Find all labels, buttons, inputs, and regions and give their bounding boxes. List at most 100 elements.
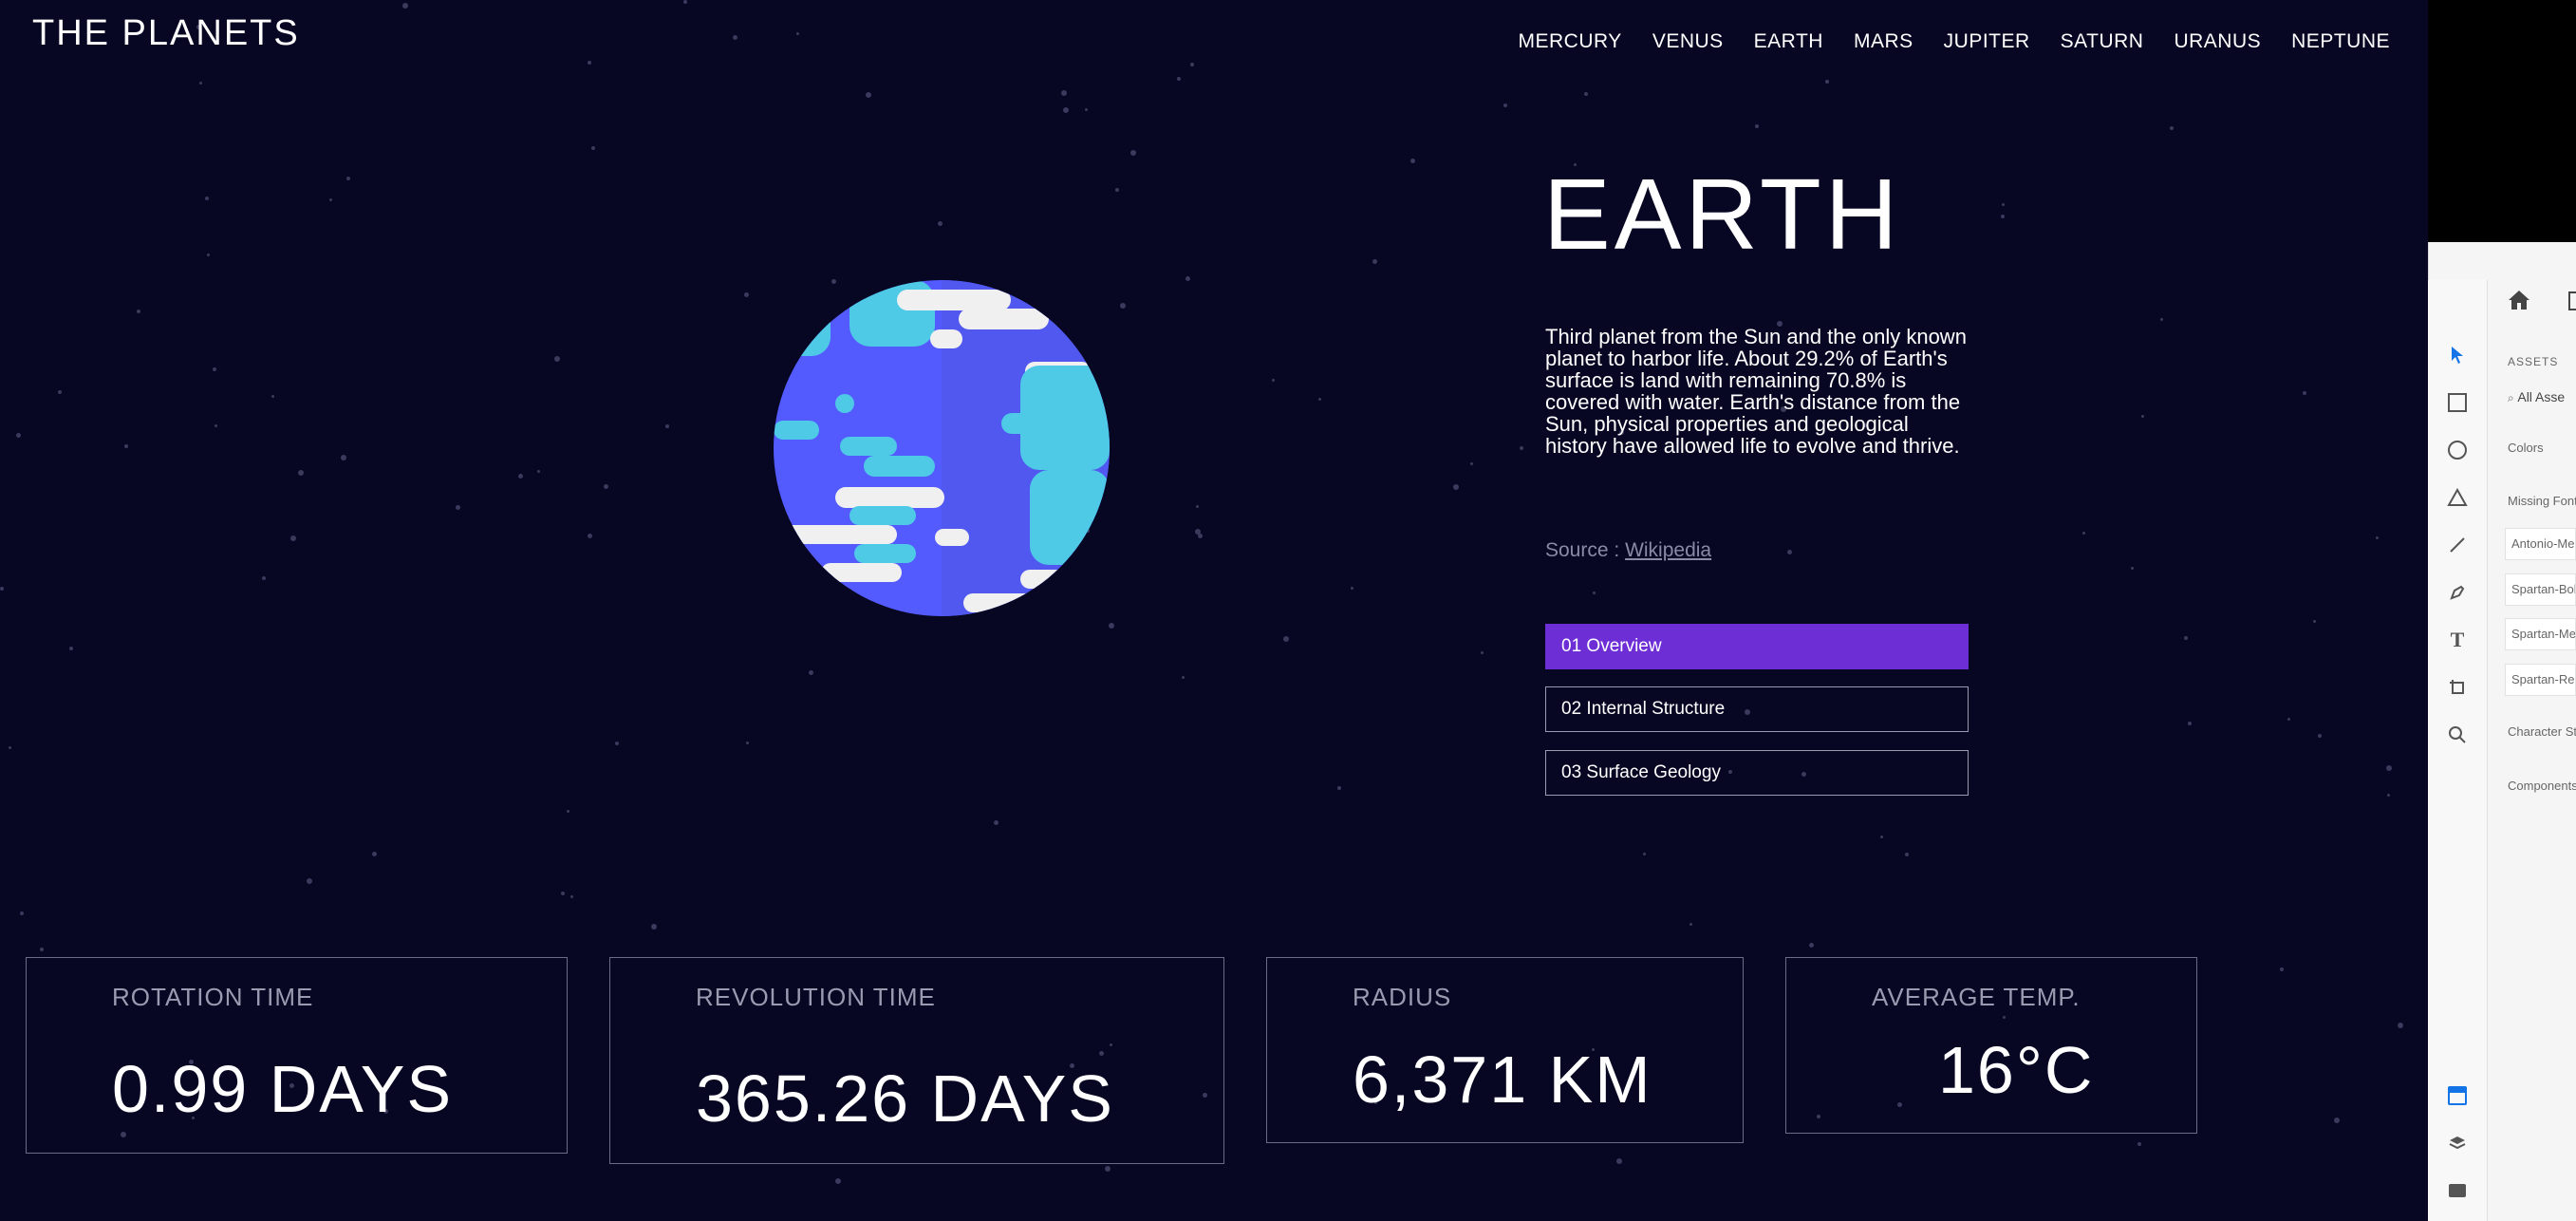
assets-search-input[interactable]: All Asse — [2517, 389, 2565, 404]
tab-internal-structure[interactable]: 02 Internal Structure — [1545, 686, 1969, 732]
font-item[interactable]: Spartan-Bol — [2505, 573, 2576, 606]
plugins-icon[interactable] — [2445, 1178, 2470, 1203]
star-dot — [1372, 259, 1377, 264]
star-dot — [1453, 484, 1459, 490]
star-dot — [2082, 532, 2085, 535]
star-dot — [205, 197, 209, 200]
star-dot — [2160, 318, 2163, 321]
site-logo[interactable]: THE PLANETS — [32, 13, 300, 54]
layers-icon[interactable] — [2445, 1131, 2470, 1155]
star-dot — [2184, 636, 2188, 640]
font-item[interactable]: Spartan-Me — [2505, 618, 2576, 650]
select-tool-icon[interactable] — [2445, 343, 2470, 367]
star-dot — [2398, 1023, 2403, 1028]
star-dot — [1809, 943, 1814, 948]
star-dot — [290, 535, 296, 541]
star-dot — [1337, 786, 1341, 790]
nav-item-mercury[interactable]: MERCURY — [1519, 30, 1622, 53]
star-dot — [1061, 90, 1067, 96]
star-dot — [1520, 446, 1523, 450]
star-dot — [1616, 1158, 1622, 1164]
stat-label: REVOLUTION TIME — [696, 983, 936, 1011]
star-dot — [2334, 1118, 2340, 1123]
star-dot — [866, 92, 871, 98]
star-dot — [2287, 718, 2290, 721]
text-tool-icon[interactable]: T — [2445, 628, 2470, 652]
star-dot — [651, 924, 657, 930]
star-dot — [329, 198, 332, 201]
star-dot — [604, 484, 608, 489]
star-dot — [1105, 1166, 1111, 1172]
planets-website: THE PLANETS MERCURY VENUS EARTH MARS JUP… — [0, 0, 2428, 1221]
stat-card-temp: AVERAGE TEMP. 16°C — [1785, 957, 2197, 1134]
star-dot — [1177, 77, 1181, 81]
nav-item-jupiter[interactable]: JUPITER — [1944, 30, 2030, 53]
star-dot — [1755, 124, 1759, 128]
star-dot — [1481, 651, 1484, 654]
star-dot — [372, 852, 377, 856]
zoom-tool-icon[interactable] — [2445, 723, 2470, 747]
planet-title: EARTH — [1543, 159, 1902, 271]
star-dot — [2386, 765, 2392, 771]
star-dot — [554, 356, 560, 362]
star-dot — [2376, 536, 2379, 539]
assets-panel-icon[interactable] — [2445, 1083, 2470, 1108]
nav-item-mars[interactable]: MARS — [1854, 30, 1913, 53]
nav-item-neptune[interactable]: NEPTUNE — [2291, 30, 2390, 53]
star-dot — [346, 177, 350, 180]
polygon-tool-icon[interactable] — [2445, 485, 2470, 510]
nav-item-saturn[interactable]: SATURN — [2061, 30, 2144, 53]
star-dot — [1470, 462, 1473, 465]
star-dot — [1318, 398, 1321, 401]
star-dot — [1689, 923, 1692, 926]
components-label[interactable]: Components — [2508, 779, 2576, 793]
document-icon[interactable] — [2568, 291, 2576, 310]
pen-tool-icon[interactable] — [2445, 580, 2470, 605]
nav-item-earth[interactable]: EARTH — [1754, 30, 1823, 53]
planet-description: Third planet from the Sun and the only k… — [1545, 325, 1967, 458]
star-dot — [137, 310, 140, 313]
star-dot — [2170, 126, 2174, 130]
colors-section-label[interactable]: Colors — [2508, 441, 2544, 455]
star-dot — [665, 424, 669, 428]
nav-item-uranus[interactable]: URANUS — [2174, 30, 2261, 53]
font-item[interactable]: Spartan-Reg — [2505, 664, 2576, 696]
star-dot — [588, 534, 592, 538]
tab-overview[interactable]: 01 Overview — [1545, 624, 1969, 669]
missing-fonts-label[interactable]: Missing Font — [2508, 494, 2576, 508]
star-dot — [402, 3, 408, 9]
star-dot — [1185, 276, 1190, 281]
assets-search[interactable]: ⌕ All Asse — [2508, 389, 2565, 405]
star-dot — [341, 455, 346, 460]
star-dot — [1190, 63, 1194, 66]
assets-heading: ASSETS — [2508, 355, 2559, 368]
rectangle-tool-icon[interactable] — [2445, 390, 2470, 415]
home-icon[interactable] — [2508, 290, 2530, 310]
tab-surface-geology[interactable]: 03 Surface Geology — [1545, 750, 1969, 796]
stat-label: RADIUS — [1353, 983, 1452, 1011]
character-styles-label[interactable]: Character Sty — [2508, 724, 2576, 739]
star-dot — [994, 820, 999, 825]
star-dot — [1182, 676, 1185, 679]
star-dot — [1905, 853, 1909, 856]
stat-value: 6,371 KM — [1353, 1043, 1652, 1117]
star-dot — [2318, 734, 2322, 738]
nav-item-venus[interactable]: VENUS — [1652, 30, 1724, 53]
star-dot — [1825, 80, 1829, 84]
star-dot — [1787, 550, 1792, 554]
wikipedia-link[interactable]: Wikipedia — [1625, 539, 1711, 561]
star-dot — [615, 742, 619, 745]
star-dot — [1196, 505, 1199, 508]
stat-label: AVERAGE TEMP. — [1872, 983, 2081, 1011]
stat-value: 16°C — [1938, 1033, 2095, 1107]
star-dot — [567, 810, 569, 813]
stat-card-rotation: ROTATION TIME 0.99 DAYS — [26, 957, 568, 1154]
font-item[interactable]: Antonio-Me — [2505, 528, 2576, 560]
search-icon: ⌕ — [2508, 391, 2514, 404]
star-dot — [1593, 592, 1596, 594]
ellipse-tool-icon[interactable] — [2445, 438, 2470, 462]
star-dot — [9, 746, 11, 749]
star-dot — [307, 878, 312, 884]
artboard-tool-icon[interactable] — [2445, 675, 2470, 700]
line-tool-icon[interactable] — [2445, 533, 2470, 557]
